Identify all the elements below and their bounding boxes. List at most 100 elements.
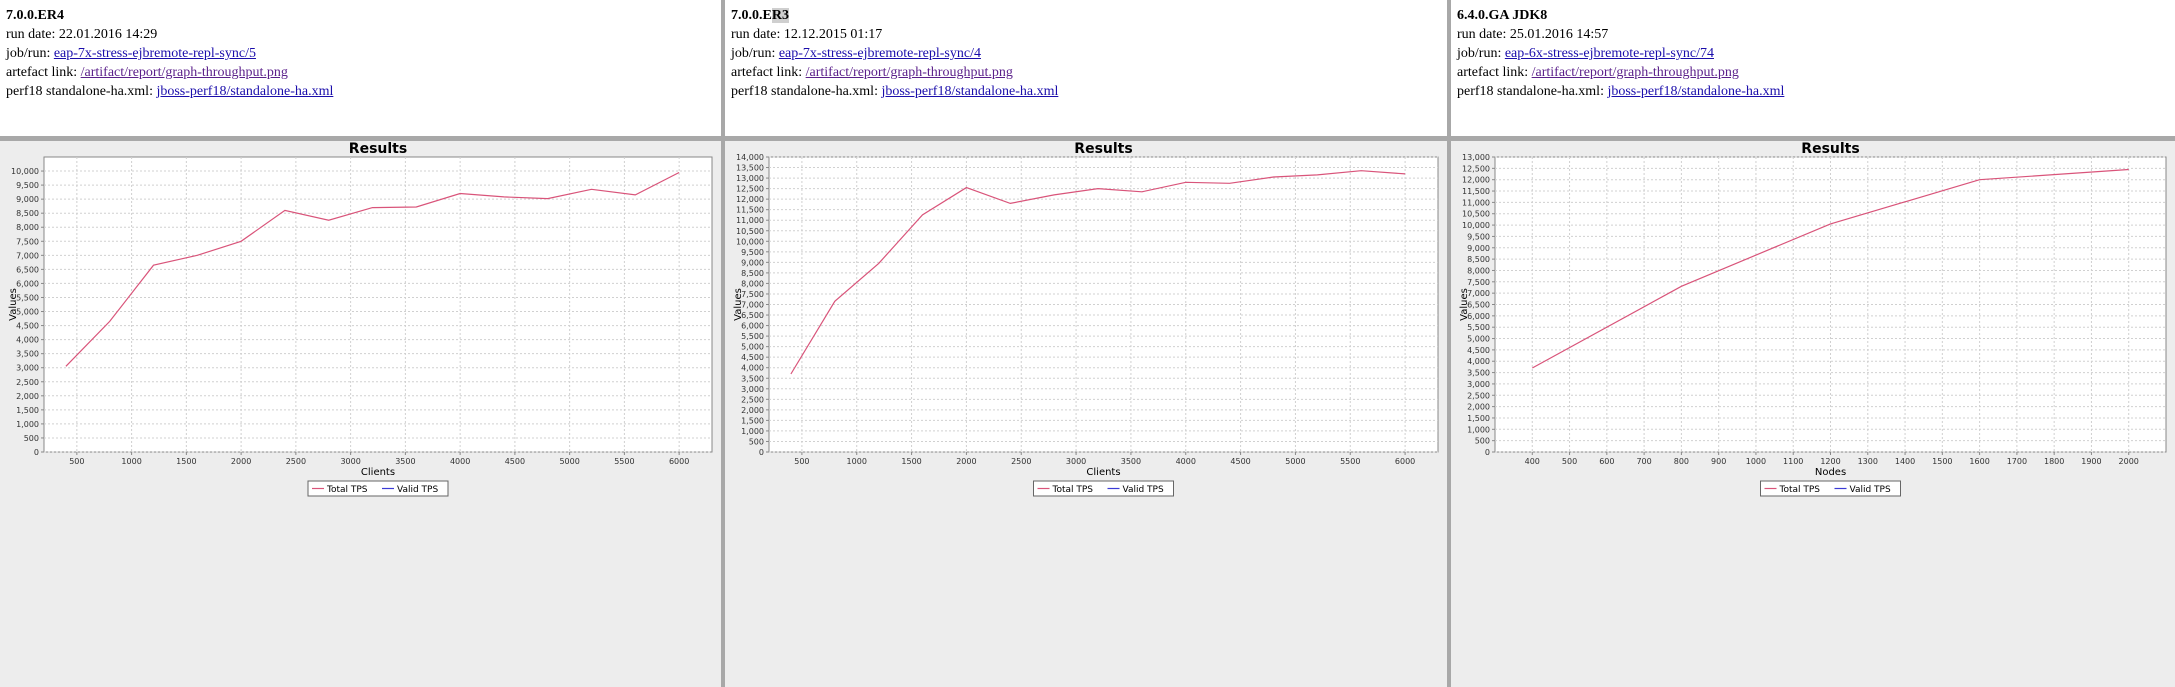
y-tick-label: 12,000 bbox=[1462, 176, 1490, 185]
job-label: job/run: bbox=[731, 46, 776, 61]
y-tick-label: 1,500 bbox=[16, 406, 39, 415]
y-tick-label: 8,500 bbox=[16, 209, 39, 218]
x-tick-label: 1500 bbox=[901, 457, 921, 466]
y-tick-label: 1,000 bbox=[1467, 425, 1490, 434]
version-label: 6.4.0.GA JDK8 bbox=[1457, 6, 1784, 25]
throughput-chart: Results 0 500 1,000 1,500 2,000 2,500 3,000 3,50… bbox=[8, 141, 713, 497]
artefact-link[interactable]: /artifact/report/graph-throughput.png bbox=[1532, 65, 1739, 80]
job-label: job/run: bbox=[6, 46, 51, 61]
y-tick-label: 11,500 bbox=[1462, 187, 1490, 196]
config-label: perf18 standalone-ha.xml: bbox=[1457, 84, 1604, 99]
y-tick-label: 1,000 bbox=[16, 420, 39, 429]
throughput-chart: Results 0 500 1,000 1,500 2,000 2,500 3,000 3,50… bbox=[1459, 141, 2167, 497]
x-tick-label: 1000 bbox=[121, 457, 141, 466]
y-tick-label: 14,000 bbox=[736, 153, 764, 162]
job-label: job/run: bbox=[1457, 46, 1502, 61]
result-column-2: 7.0.0.ER3 run date: 12.12.2015 01:17 job… bbox=[725, 0, 1447, 687]
y-tick-label: 3,000 bbox=[1467, 380, 1490, 389]
y-tick-label: 7,000 bbox=[741, 301, 764, 310]
x-tick-label: 500 bbox=[69, 457, 84, 466]
y-tick-label: 4,500 bbox=[741, 353, 764, 362]
y-tick-label: 10,000 bbox=[11, 167, 39, 176]
x-tick-label: 2000 bbox=[231, 457, 251, 466]
x-tick-label: 1300 bbox=[1858, 457, 1878, 466]
y-tick-label: 11,500 bbox=[736, 206, 764, 215]
x-tick-label: 1400 bbox=[1895, 457, 1915, 466]
config-link[interactable]: jboss-perf18/standalone-ha.xml bbox=[1607, 84, 1784, 99]
x-tick-label: 1600 bbox=[1969, 457, 1989, 466]
column-separator bbox=[721, 0, 725, 687]
x-tick-label: 1900 bbox=[2081, 457, 2101, 466]
artefact-row: artefact link: /artifact/report/graph-th… bbox=[6, 63, 333, 82]
x-tick-label: 400 bbox=[1525, 457, 1540, 466]
y-tick-label: 2,500 bbox=[741, 395, 764, 404]
y-tick-label: 9,000 bbox=[1467, 244, 1490, 253]
result-column-3: 6.4.0.GA JDK8 run date: 25.01.2016 14:57… bbox=[1451, 0, 2175, 687]
config-label: perf18 standalone-ha.xml: bbox=[6, 84, 153, 99]
y-tick-label: 10,000 bbox=[1462, 221, 1490, 230]
y-tick-label: 2,000 bbox=[1467, 403, 1490, 412]
y-tick-label: 2,000 bbox=[741, 406, 764, 415]
y-tick-label: 13,500 bbox=[736, 164, 764, 173]
job-link[interactable]: eap-7x-stress-ejbremote-repl-sync/4 bbox=[779, 46, 981, 61]
config-row: perf18 standalone-ha.xml: jboss-perf18/s… bbox=[1457, 82, 1784, 101]
y-tick-label: 5,500 bbox=[741, 332, 764, 341]
y-tick-label: 5,000 bbox=[16, 308, 39, 317]
x-tick-label: 5500 bbox=[614, 457, 634, 466]
artefact-link[interactable]: /artifact/report/graph-throughput.png bbox=[806, 65, 1013, 80]
job-link[interactable]: eap-6x-stress-ejbremote-repl-sync/74 bbox=[1505, 46, 1714, 61]
artefact-row: artefact link: /artifact/report/graph-th… bbox=[1457, 63, 1784, 82]
config-link[interactable]: jboss-perf18/standalone-ha.xml bbox=[881, 84, 1058, 99]
version-label: 7.0.0.ER3 bbox=[731, 6, 1058, 25]
x-tick-label: 600 bbox=[1599, 457, 1614, 466]
y-tick-label: 4,000 bbox=[16, 336, 39, 345]
legend-label: Valid TPS bbox=[397, 485, 438, 495]
y-tick-label: 8,500 bbox=[741, 269, 764, 278]
config-label: perf18 standalone-ha.xml: bbox=[731, 84, 878, 99]
y-tick-label: 11,000 bbox=[1462, 198, 1490, 207]
version-text: 7.0.0.ER4 bbox=[6, 8, 64, 23]
y-tick-label: 500 bbox=[24, 434, 39, 443]
chart-title: Results bbox=[349, 141, 407, 157]
y-tick-label: 6,000 bbox=[741, 322, 764, 331]
y-axis-label: Values bbox=[733, 288, 744, 321]
y-tick-label: 3,000 bbox=[16, 364, 39, 373]
x-axis-label: Clients bbox=[361, 467, 395, 478]
x-tick-label: 4500 bbox=[1230, 457, 1250, 466]
x-tick-label: 1500 bbox=[176, 457, 196, 466]
config-link[interactable]: jboss-perf18/standalone-ha.xml bbox=[156, 84, 333, 99]
x-tick-label: 3500 bbox=[395, 457, 415, 466]
y-tick-label: 2,500 bbox=[1467, 391, 1490, 400]
x-tick-label: 5500 bbox=[1340, 457, 1360, 466]
version-highlight: R3 bbox=[771, 8, 789, 23]
y-tick-label: 12,000 bbox=[736, 195, 764, 204]
x-axis-label: Clients bbox=[1086, 467, 1120, 478]
x-axis-label: Nodes bbox=[1815, 467, 1846, 478]
y-tick-label: 9,500 bbox=[1467, 232, 1490, 241]
y-tick-label: 8,000 bbox=[741, 279, 764, 288]
config-row: perf18 standalone-ha.xml: jboss-perf18/s… bbox=[731, 82, 1058, 101]
y-tick-label: 3,000 bbox=[741, 385, 764, 394]
legend-label: Total TPS bbox=[1052, 485, 1094, 495]
y-tick-label: 8,000 bbox=[16, 223, 39, 232]
y-tick-label: 4,000 bbox=[741, 364, 764, 373]
y-tick-label: 9,500 bbox=[16, 181, 39, 190]
y-tick-label: 6,000 bbox=[1467, 312, 1490, 321]
y-tick-label: 10,500 bbox=[1462, 210, 1490, 219]
job-row: job/run: eap-7x-stress-ejbremote-repl-sy… bbox=[731, 44, 1058, 63]
y-tick-label: 13,000 bbox=[736, 174, 764, 183]
x-tick-label: 3000 bbox=[1066, 457, 1086, 466]
x-tick-label: 900 bbox=[1711, 457, 1726, 466]
y-tick-label: 0 bbox=[34, 448, 39, 457]
y-tick-label: 2,500 bbox=[16, 378, 39, 387]
artefact-link[interactable]: /artifact/report/graph-throughput.png bbox=[81, 65, 288, 80]
y-tick-label: 4,500 bbox=[1467, 346, 1490, 355]
job-link[interactable]: eap-7x-stress-ejbremote-repl-sync/5 bbox=[54, 46, 256, 61]
y-tick-label: 11,000 bbox=[736, 216, 764, 225]
x-tick-label: 3500 bbox=[1121, 457, 1141, 466]
y-tick-label: 6,000 bbox=[16, 279, 39, 288]
run-date-label: run date: bbox=[731, 27, 781, 42]
y-tick-label: 1,000 bbox=[741, 427, 764, 436]
y-tick-label: 3,500 bbox=[16, 350, 39, 359]
artefact-label: artefact link: bbox=[731, 65, 803, 80]
